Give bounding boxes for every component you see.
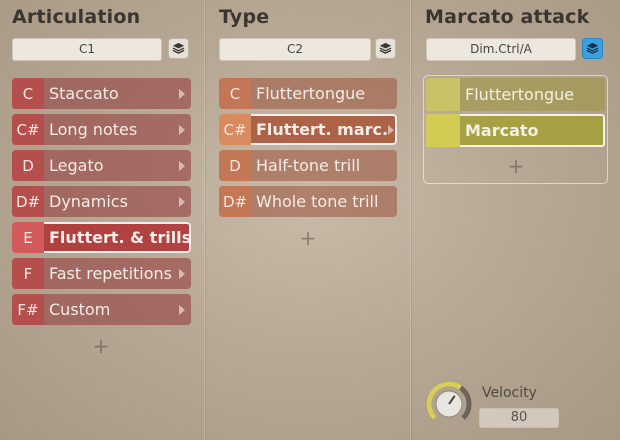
articulation-item-label: Staccato [49,84,119,103]
layers-icon [379,42,392,54]
attack-item-label: Fluttertongue [465,85,575,104]
chevron-right-icon [179,160,185,171]
type-item-whole-tone-trill[interactable]: D# Whole tone trill [219,186,397,217]
type-column: Type C2 C Fluttertongue C# Fluttert. mar… [205,0,410,440]
type-item-fluttertongue[interactable]: C Fluttertongue [219,78,397,109]
articulation-item-label: Legato [49,156,104,175]
articulation-item-custom[interactable]: F# Custom [12,294,191,325]
layers-icon [172,42,185,54]
articulation-item-key: F# [12,294,44,325]
chevron-right-icon [179,124,185,135]
chevron-right-icon [179,88,185,99]
articulation-item-key: E [12,222,44,253]
articulation-item-key: D [12,150,44,181]
articulation-item-fast-repetitions[interactable]: F Fast repetitions [12,258,191,289]
add-articulation-button[interactable]: + [91,334,111,358]
articulation-item-key: C [12,78,44,109]
articulation-item-key: C# [12,114,44,145]
attack-controller-selector[interactable]: Dim.Ctrl/A [426,38,576,61]
type-layers-button[interactable] [375,38,396,59]
chevron-right-icon [388,124,395,135]
chevron-right-icon [179,268,185,279]
articulation-item-fluttert-trills[interactable]: E Fluttert. & trills [12,222,191,253]
chevron-right-icon [179,304,185,315]
attack-list: Fluttertongue Marcato + [423,75,608,184]
articulation-item-long-notes[interactable]: C# Long notes [12,114,191,145]
type-item-key: C [219,78,251,109]
attack-title: Marcato attack [425,6,590,28]
articulation-list: C Staccato C# Long notes D Legato D# Dyn… [12,78,191,330]
articulation-item-label: Fluttert. & trills [49,228,191,247]
attack-item-label: Marcato [465,121,539,140]
articulation-item-key: D# [12,186,44,217]
articulation-item-label: Fast repetitions [49,264,173,283]
type-item-label: Fluttert. marc. [256,120,389,139]
type-item-key: C# [219,114,251,145]
articulation-item-label: Dynamics [49,192,128,211]
attack-item-swatch [426,114,460,147]
articulation-layers-button[interactable] [168,38,189,59]
type-item-key: D [219,150,251,181]
attack-item-marcato[interactable]: Marcato [426,114,605,147]
attack-item-fluttertongue[interactable]: Fluttertongue [426,78,605,111]
articulation-item-staccato[interactable]: C Staccato [12,78,191,109]
type-item-fluttert-marc[interactable]: C# Fluttert. marc. [219,114,397,145]
attack-item-swatch [426,78,460,111]
layers-icon [586,42,599,54]
velocity-label: Velocity [482,385,537,401]
knob-dial [426,381,472,420]
velocity-value-field[interactable]: 80 [479,408,559,428]
articulation-item-label: Long notes [49,120,138,139]
articulation-item-legato[interactable]: D Legato [12,150,191,181]
articulation-title: Articulation [12,6,141,28]
type-list: C Fluttertongue C# Fluttert. marc. D Hal… [219,78,397,222]
attack-layers-button[interactable] [582,38,603,59]
type-item-key: D# [219,186,251,217]
articulation-column: Articulation C1 C Staccato C# Long notes… [0,0,204,440]
type-key-selector[interactable]: C2 [219,38,371,61]
add-attack-button[interactable]: + [506,154,526,178]
type-item-label: Half-tone trill [256,156,361,175]
type-title: Type [219,6,270,28]
attack-column: Marcato attack Dim.Ctrl/A Fluttertongue … [411,0,620,440]
velocity-knob[interactable] [425,380,473,428]
articulation-item-key: F [12,258,44,289]
type-item-label: Fluttertongue [256,84,366,103]
articulation-item-label: Custom [49,300,111,319]
add-type-button[interactable]: + [298,226,318,250]
articulation-item-dynamics[interactable]: D# Dynamics [12,186,191,217]
type-item-label: Whole tone trill [256,192,379,211]
type-item-half-tone-trill[interactable]: D Half-tone trill [219,150,397,181]
chevron-right-icon [179,196,185,207]
articulation-key-selector[interactable]: C1 [12,38,162,61]
